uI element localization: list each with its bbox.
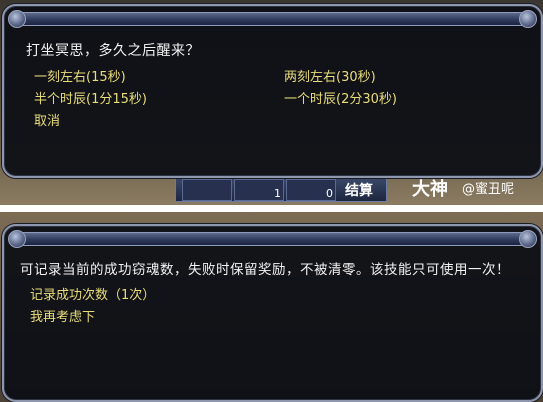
option-2min30[interactable]: 一个时辰(2分30秒) (284, 88, 397, 107)
slot-count: 1 (274, 187, 281, 200)
game-screen: 1 0 结算 大神 @蜜丑呢 打坐冥思，多久之后醒来？ 一刻左右(15秒) 两刻… (0, 0, 543, 402)
dialog-titlebar (18, 232, 527, 246)
dialog-titlebar (18, 12, 527, 26)
skill-slot[interactable]: 0 (286, 179, 336, 201)
titlebar-right-knob (519, 10, 537, 28)
titlebar-left-knob (8, 230, 26, 248)
titlebar-right-knob (519, 230, 537, 248)
cancel-option[interactable]: 取消 (34, 110, 60, 129)
brand-logo-text: 大神 (412, 179, 448, 200)
option-30-seconds[interactable]: 两刻左右(30秒) (284, 66, 376, 85)
option-1min15[interactable]: 半个时辰(1分15秒) (34, 88, 147, 107)
option-15-seconds[interactable]: 一刻左右(15秒) (34, 66, 126, 85)
slot-count: 0 (326, 187, 333, 200)
soul-record-dialog: 可记录当前的成功窃魂数，失败时保留奖励，不被清零。该技能只可使用一次！ 记录成功… (2, 224, 543, 402)
dialog-question: 打坐冥思，多久之后醒来？ (26, 43, 200, 59)
brand-handle: @蜜丑呢 (462, 182, 515, 197)
meditation-dialog: 打坐冥思，多久之后醒来？ 一刻左右(15秒) 两刻左右(30秒) 半个时辰(1分… (2, 4, 543, 178)
dialog-message: 可记录当前的成功窃魂数，失败时保留奖励，不被清零。该技能只可使用一次！ (20, 262, 510, 278)
record-success-option[interactable]: 记录成功次数（1次） (30, 284, 155, 303)
skill-slot[interactable] (182, 179, 232, 201)
skill-slot[interactable]: 1 (234, 179, 284, 201)
titlebar-left-knob (8, 10, 26, 28)
reconsider-option[interactable]: 我再考虑下 (30, 306, 95, 325)
settle-button[interactable]: 结算 (345, 180, 373, 200)
